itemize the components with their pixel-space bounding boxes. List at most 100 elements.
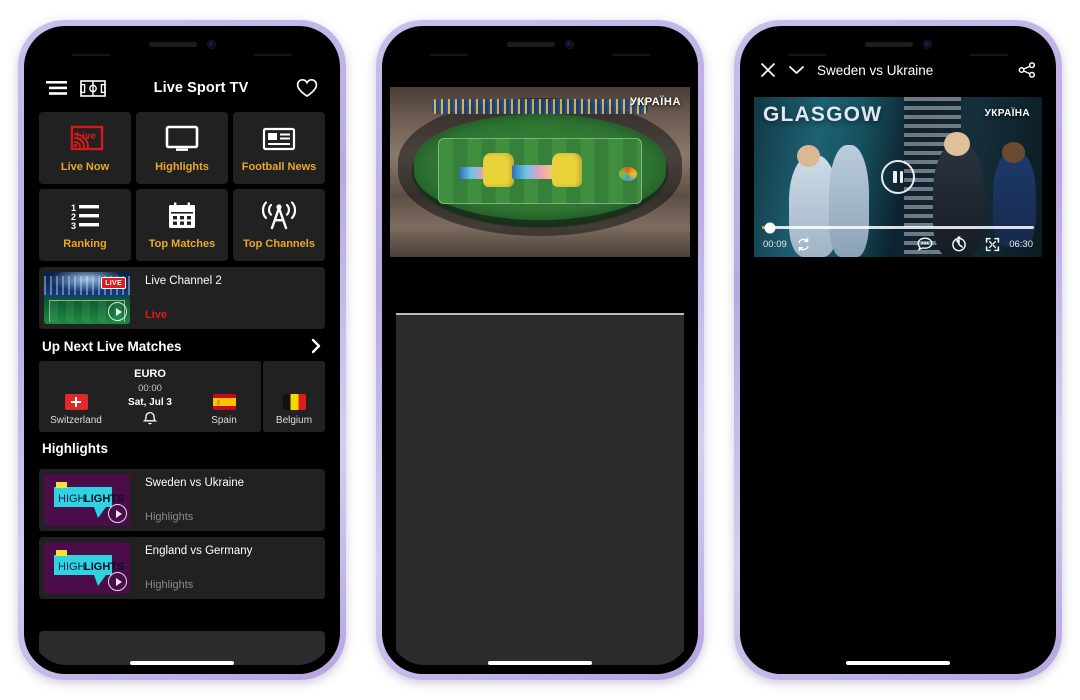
phone-device-home: Live Sport TV Live Live Now Highlights F…	[18, 20, 346, 680]
tile-label: Top Matches	[148, 237, 216, 250]
tile-football-news[interactable]: Football News	[233, 112, 325, 184]
match-card-next[interactable]: Belgium	[263, 361, 325, 432]
aerial-stadium-image	[390, 87, 690, 257]
total-duration: 06:30	[1009, 238, 1033, 250]
page-title: Live Sport TV	[153, 80, 249, 96]
highlight-item-1[interactable]: HIGH LIGHTS England vs Germany Highlights	[39, 537, 325, 599]
phone-mockup-stage: Live Sport TV Live Live Now Highlights F…	[0, 0, 1080, 700]
tile-label: Top Channels	[243, 237, 315, 250]
share-icon[interactable]	[1018, 62, 1036, 78]
phone-device-stadium: УКРАЇНА	[376, 20, 704, 680]
video-player-screen: Sweden vs Ukraine GLASGOW УКРАЇНА 00:09 …	[748, 35, 1048, 665]
flag-belgium	[282, 394, 306, 410]
tile-label: Highlights	[155, 160, 209, 173]
broadcast-antenna-icon	[258, 200, 300, 231]
match-date: Sat, Jul 3	[128, 397, 172, 408]
hamburger-menu-icon[interactable]	[46, 80, 68, 96]
broadcaster-watermark: УКРАЇНА	[984, 108, 1030, 119]
player-video-frame[interactable]: GLASGOW УКРАЇНА 00:09 06:30	[754, 97, 1042, 257]
competition-name: EURO	[134, 368, 166, 380]
svg-text:3: 3	[71, 221, 76, 231]
live-cast-icon: Live	[65, 124, 105, 154]
player-top-bar: Sweden vs Ukraine	[748, 35, 1048, 78]
tile-label: Live Now	[60, 160, 110, 173]
pause-icon[interactable]	[881, 160, 915, 194]
match-away-team: Spain	[187, 368, 261, 426]
tile-highlights[interactable]: Highlights	[136, 112, 228, 184]
seek-handle[interactable]	[764, 222, 776, 233]
match-time: 00:00	[138, 383, 162, 394]
live-channel-title: Live Channel 2	[145, 275, 222, 287]
tile-ranking[interactable]: 123 Ranking	[39, 189, 131, 261]
home-indicator	[846, 661, 950, 665]
live-channel-card[interactable]: LIVE Live Channel 2 Live	[39, 267, 325, 329]
numbered-list-icon: 123	[65, 201, 105, 231]
up-next-matches-list: Switzerland EURO 00:00 Sat, Jul 3 Spain …	[32, 361, 332, 432]
team-name: Spain	[211, 415, 237, 426]
live-channel-thumbnail: LIVE	[44, 272, 130, 324]
match-info: EURO 00:00 Sat, Jul 3	[113, 368, 187, 426]
tile-top-matches[interactable]: Top Matches	[136, 189, 228, 261]
live-channel-status: Live	[145, 309, 168, 321]
up-next-heading: Up Next Live Matches	[42, 338, 182, 354]
city-overlay-text: GLASGOW	[763, 103, 883, 126]
tile-label: Football News	[241, 160, 317, 173]
app-home-screen: Live Sport TV Live Live Now Highlights F…	[32, 35, 332, 665]
notification-bell-icon[interactable]	[143, 411, 157, 426]
match-home-team: Belgium	[263, 368, 325, 426]
category-grid: Live Live Now Highlights Football News 1…	[32, 107, 332, 261]
close-x-icon[interactable]	[760, 62, 776, 78]
news-article-icon	[259, 124, 299, 154]
stadium-video-screen: УКРАЇНА	[390, 35, 690, 665]
soccer-pitch-icon[interactable]	[80, 79, 106, 97]
match-home-team: Switzerland	[39, 368, 113, 426]
highlight-title: England vs Germany	[145, 545, 253, 557]
highlights-heading: Highlights	[42, 441, 108, 456]
subtitles-bubble-icon[interactable]	[917, 237, 933, 251]
broadcaster-watermark: УКРАЇНА	[630, 96, 681, 108]
tv-monitor-icon	[162, 124, 202, 154]
chevron-right-icon[interactable]	[311, 338, 322, 354]
svg-text:HIGH: HIGH	[58, 493, 86, 505]
chevron-down-icon[interactable]	[788, 64, 805, 76]
play-circle-icon[interactable]	[108, 302, 127, 321]
jersey-away	[552, 153, 583, 187]
highlight-thumbnail: HIGH LIGHTS	[44, 542, 130, 594]
match-card[interactable]: Switzerland EURO 00:00 Sat, Jul 3 Spain	[39, 361, 261, 432]
play-circle-icon[interactable]	[108, 572, 127, 591]
current-time: 00:09	[763, 238, 787, 250]
jersey-home	[483, 153, 514, 187]
tile-label: Ranking	[63, 237, 107, 250]
home-indicator	[488, 661, 592, 665]
tile-top-channels[interactable]: Top Channels	[233, 189, 325, 261]
home-indicator	[130, 661, 234, 665]
partial-card-stub	[39, 631, 325, 665]
flag-switzerland	[64, 394, 88, 410]
content-panel	[396, 315, 684, 665]
highlight-thumbnail: HIGH LIGHTS	[44, 474, 130, 526]
player-title: Sweden vs Ukraine	[817, 62, 934, 78]
seek-bar[interactable]	[762, 222, 1034, 233]
player-controls: 00:09 06:30	[754, 233, 1042, 255]
heart-icon[interactable]	[296, 78, 318, 98]
up-next-header[interactable]: Up Next Live Matches	[32, 329, 332, 361]
playback-speed-icon[interactable]	[951, 236, 967, 252]
highlight-item-0[interactable]: HIGH LIGHTS Sweden vs Ukraine Highlights	[39, 469, 325, 531]
fullscreen-icon[interactable]	[985, 237, 1000, 252]
svg-text:HIGH: HIGH	[58, 561, 86, 573]
team-name: Switzerland	[50, 415, 102, 426]
stadium-video[interactable]: УКРАЇНА	[390, 87, 690, 257]
app-header: Live Sport TV	[32, 69, 332, 107]
match-ball-graphic	[618, 167, 637, 182]
highlight-title: Sweden vs Ukraine	[145, 477, 245, 489]
team-name: Belgium	[275, 415, 313, 426]
highlights-header: Highlights	[32, 432, 332, 463]
tile-live-now[interactable]: Live Live Now	[39, 112, 131, 184]
phone-device-player: Sweden vs Ukraine GLASGOW УКРАЇНА 00:09 …	[734, 20, 1062, 680]
loop-repeat-icon[interactable]	[796, 237, 811, 252]
highlight-subtitle: Highlights	[145, 579, 194, 591]
play-circle-icon[interactable]	[108, 504, 127, 523]
calendar-icon	[162, 201, 202, 231]
flag-spain	[212, 394, 236, 410]
live-badge: LIVE	[101, 277, 126, 289]
